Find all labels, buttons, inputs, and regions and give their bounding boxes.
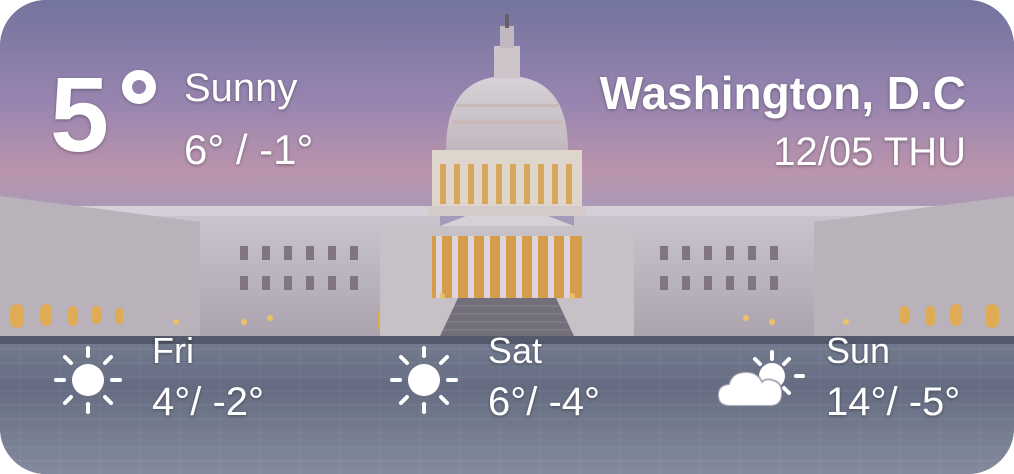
forecast-day-label: Fri [152, 330, 194, 371]
forecast-day-2: Sat 6°/ -4° [388, 330, 648, 430]
forecast-day-label: Sat [488, 330, 543, 371]
forecast-day-3: Sun 14°/ -5° [716, 330, 976, 430]
sun-icon [390, 346, 458, 414]
location-date: 12/05 THU [773, 130, 966, 174]
current-temperature: 5 [50, 56, 109, 174]
partly-cloudy-icon [716, 350, 805, 407]
weather-widget-card[interactable]: 5 Sunny 6° / -1° Washington, D.C 12/05 T… [0, 0, 1014, 474]
forecast-temps: 6°/ -4° [488, 380, 601, 424]
forecast-temps: 14°/ -5° [826, 380, 961, 424]
forecast-temps: 4°/ -2° [152, 380, 265, 424]
forecast-day-1: Fri 4°/ -2° [52, 330, 312, 430]
degree-symbol [122, 70, 156, 104]
current-high-low: 6° / -1° [184, 126, 314, 173]
forecast-day-label: Sun [826, 330, 891, 371]
current-condition: Sunny [184, 66, 298, 110]
location-city: Washington, D.C [599, 67, 966, 119]
sun-icon [54, 346, 122, 414]
